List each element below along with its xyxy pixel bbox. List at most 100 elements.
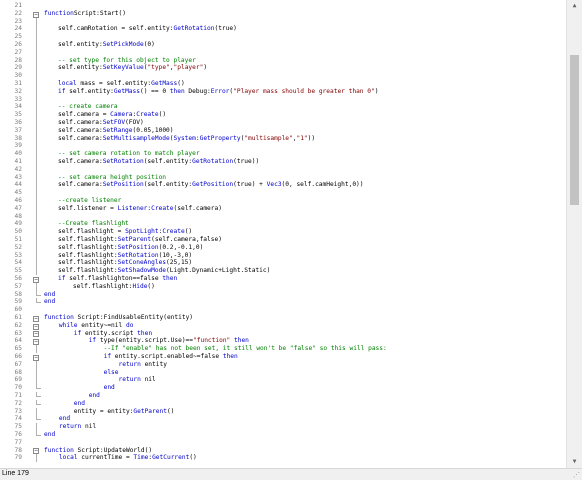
line-number: 35 xyxy=(14,111,22,119)
code-token: --create listener xyxy=(58,197,122,204)
code-line[interactable]: while entity~=nil do xyxy=(44,322,134,330)
fold-guide xyxy=(36,376,37,385)
code-line[interactable]: --Create flashlight xyxy=(58,220,129,228)
code-line[interactable]: self.flashlight:SetConeAngles(25,15) xyxy=(58,259,192,267)
scrollbar-thumb[interactable] xyxy=(570,55,579,205)
code-line[interactable]: local currentTime = Time:GetCurrent() xyxy=(44,454,197,462)
fold-guide xyxy=(36,111,37,119)
code-line[interactable]: self.flashlight:SetRotation(10,-3,0) xyxy=(58,252,192,260)
code-line[interactable]: functionScript:Start() xyxy=(44,10,126,18)
code-line[interactable]: if self.entity:GetMass() == 0 then Debug… xyxy=(58,88,378,96)
code-line[interactable]: self.camera:SetPosition(self.entity:GetP… xyxy=(58,181,364,189)
code-line[interactable]: return nil xyxy=(44,376,156,384)
code-line[interactable]: --create listener xyxy=(58,197,121,205)
code-editor[interactable]: 21 22−23 24 25 26 27 28 29 30 31 32 33 34 35 36 37 38 39 4… xyxy=(0,0,565,468)
code-line[interactable]: function Script:FindUsableEntity(entity) xyxy=(44,314,193,322)
resize-grip-icon[interactable]: ⋰ xyxy=(573,471,580,479)
code-line[interactable]: end xyxy=(44,298,55,306)
fold-guide xyxy=(36,17,37,26)
code-line[interactable]: -- set camera rotation to match player xyxy=(58,150,200,158)
line-number: 71 xyxy=(14,392,22,399)
code-line[interactable]: if entity.script then xyxy=(44,330,152,338)
code-line[interactable]: else xyxy=(44,369,119,377)
code-line[interactable]: end xyxy=(44,392,100,400)
fold-guide xyxy=(36,399,41,405)
code-line[interactable]: function Script:UpdateWorld() xyxy=(44,447,152,455)
line-number: 32 xyxy=(14,87,22,95)
fold-guide xyxy=(36,173,37,182)
fold-toggle-icon[interactable]: − xyxy=(33,315,39,322)
code-token: SetRotation xyxy=(102,158,144,165)
code-line[interactable]: -- set camera height position xyxy=(58,174,166,182)
line-number: 46 xyxy=(14,197,22,204)
line-number-gutter: 21 22−23 24 25 26 27 28 29 30 31 32 33 34 35 36 37 38 39 4… xyxy=(0,0,41,468)
code-line[interactable]: end xyxy=(44,431,55,439)
code-token: self.flashlight = xyxy=(58,228,126,236)
line-number: 58 xyxy=(14,290,22,298)
line-number: 76 xyxy=(14,431,22,438)
line-number: 43 xyxy=(14,173,22,181)
code-line[interactable]: self.flashlight:SetShadowMode(Light.Dyna… xyxy=(58,267,270,275)
line-number: 74 xyxy=(14,415,22,423)
code-line[interactable]: if entity.script.enabled~=false then xyxy=(44,353,238,361)
code-line[interactable]: self.listener = Listener:Create(self.cam… xyxy=(58,205,222,213)
code-line[interactable]: if type(entity.script.Use)=="function" t… xyxy=(44,337,249,345)
code-token: () xyxy=(189,454,197,462)
line-number: 30 xyxy=(14,72,22,80)
code-token: end xyxy=(44,415,71,423)
code-line[interactable]: end xyxy=(44,415,70,423)
fold-guide xyxy=(36,72,37,80)
code-line[interactable]: --If "enable" has not been set, it still… xyxy=(44,345,387,353)
code-line[interactable]: -- set type for this object to player xyxy=(58,57,196,65)
code-token: GetCurrent xyxy=(152,454,190,462)
code-line[interactable]: return nil xyxy=(44,423,96,431)
line-number: 57 xyxy=(14,282,22,290)
scroll-down-arrow-icon[interactable]: ▼ xyxy=(567,456,582,468)
code-line[interactable]: self.camRotation = self.entity:GetRotati… xyxy=(58,25,237,33)
code-token: self.camera: xyxy=(58,126,103,134)
code-line[interactable]: end xyxy=(44,384,115,392)
vertical-scrollbar[interactable]: ▲ ▼ xyxy=(566,0,582,468)
code-line[interactable]: self.camera:SetRange(0.05,1000) xyxy=(58,127,174,135)
fold-guide xyxy=(36,228,37,236)
code-line[interactable]: self.camera:SetRotation(self.entity:GetR… xyxy=(58,158,259,166)
code-token: entity = entity: xyxy=(44,407,134,415)
code-line[interactable]: end xyxy=(44,400,85,408)
code-line[interactable]: entity = entity:GetParent() xyxy=(44,407,175,416)
code-line[interactable]: self.flashlight = SpotLight:Create() xyxy=(58,228,192,236)
code-line[interactable]: -- create camera xyxy=(58,103,118,111)
code-line[interactable]: self.camera:SetMultisampleMode(System:Ge… xyxy=(58,135,315,143)
line-number: 29 xyxy=(14,64,22,72)
fold-guide xyxy=(36,87,37,96)
fold-guide xyxy=(36,150,37,158)
code-token: return xyxy=(44,376,141,384)
code-line[interactable]: self.camera:SetFOV(FOV) xyxy=(58,119,144,127)
fold-toggle-icon[interactable]: − xyxy=(33,323,39,330)
code-token: nil xyxy=(140,376,156,384)
code-token: self.flashlight: xyxy=(58,236,118,243)
code-line[interactable]: self.entity:SetPickMode(0) xyxy=(58,41,155,49)
code-line[interactable]: local mass = self.entity:GetMass() xyxy=(58,80,185,88)
code-token: GetMass xyxy=(151,80,178,87)
code-line[interactable]: self.entity:SetKeyValue("type","player") xyxy=(58,64,207,72)
code-line[interactable]: self.camera = Camera:Create() xyxy=(58,111,166,119)
line-number: 50 xyxy=(14,228,22,236)
code-line[interactable]: return entity xyxy=(44,361,167,369)
code-line[interactable]: if self.flashlighton==false then xyxy=(58,275,177,283)
code-token: GetProperty xyxy=(199,134,241,142)
code-line[interactable]: self.flashlight:SetParent(self.camera,fa… xyxy=(58,236,222,244)
code-line[interactable]: end xyxy=(44,291,55,299)
fold-guide xyxy=(36,56,37,65)
code-token: () xyxy=(147,282,155,290)
scroll-up-arrow-icon[interactable]: ▲ xyxy=(567,0,582,12)
fold-guide xyxy=(36,48,37,57)
code-token: self.camRotation = self.entity: xyxy=(58,25,174,33)
line-number: 65 xyxy=(14,345,22,353)
fold-toggle-icon[interactable]: − xyxy=(33,331,39,338)
line-number: 51 xyxy=(14,236,22,243)
code-line[interactable]: self.flashlight:Hide() xyxy=(58,283,155,291)
line-number: 52 xyxy=(14,243,22,251)
fold-guide xyxy=(36,345,37,353)
code-line[interactable]: self.flashlight:SetPosition(0.2,-0.1,0) xyxy=(58,244,203,252)
line-number: 44 xyxy=(14,181,22,189)
